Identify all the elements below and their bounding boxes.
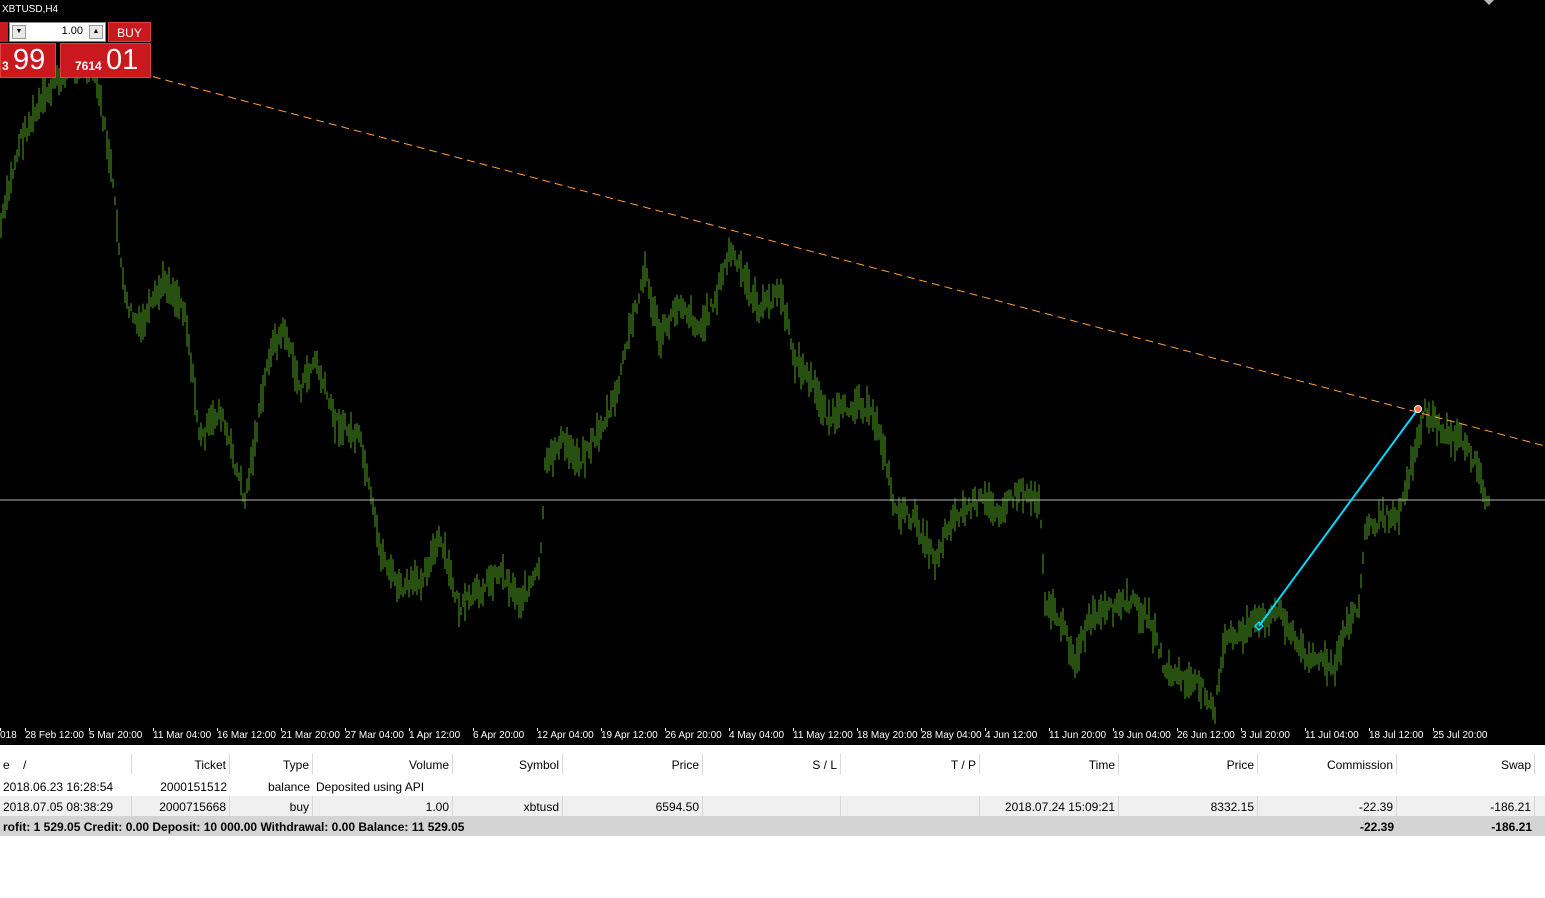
lot-decrease-button[interactable]: ▼: [12, 25, 26, 39]
chart-canvas[interactable]: [0, 0, 1545, 728]
time-axis-label: 1 Apr 12:00: [409, 730, 461, 741]
cell-volume: 1.00: [313, 796, 453, 816]
history-row[interactable]: 2018.06.23 16:28:54 2000151512 balance D…: [0, 776, 1545, 796]
col-header-close-time[interactable]: Time: [980, 754, 1119, 774]
time-axis-label: 6 Apr 20:00: [473, 730, 525, 741]
summary-commission: -22.39: [1359, 820, 1394, 834]
time-axis-label: 11 Mar 04:00: [153, 730, 212, 741]
axis-separator: [0, 745, 1545, 753]
col-header-price[interactable]: Price: [563, 754, 703, 774]
chart-symbol-label: XBTUSD,H4: [2, 4, 59, 15]
lot-increase-button[interactable]: ▲: [89, 25, 103, 39]
summary-swap: -186.21: [1491, 820, 1532, 834]
cell-sl: [703, 796, 841, 816]
col-header-type[interactable]: Type: [230, 754, 313, 774]
price-bars: [0, 43, 1490, 724]
col-header-time[interactable]: e /: [0, 754, 132, 774]
time-axis-label: 19 Apr 12:00: [601, 730, 658, 741]
col-header-time-label: e: [3, 758, 10, 772]
cell-type: buy: [230, 796, 313, 816]
col-header-close-price[interactable]: Price: [1119, 754, 1258, 774]
chart-shift-marker-icon[interactable]: [1484, 0, 1494, 5]
time-axis-label: 11 Jul 04:00: [1305, 730, 1359, 741]
sort-icon: /: [23, 758, 27, 772]
cell-type: balance: [267, 780, 310, 794]
time-axis-label: 26 Jun 12:00: [1177, 730, 1235, 741]
cell-close-time: 2018.07.24 15:09:21: [980, 796, 1119, 816]
one-click-trading-panel[interactable]: ▼ 1.00 ▲ BUY 3 99 7614 01: [0, 21, 153, 79]
summary-totals: rofit: 1 529.05 Credit: 0.00 Deposit: 10…: [3, 820, 465, 834]
history-summary-row: rofit: 1 529.05 Credit: 0.00 Deposit: 10…: [0, 816, 1545, 836]
buy-button[interactable]: BUY: [108, 22, 151, 42]
cell-close-price: 8332.15: [1119, 796, 1258, 816]
sell-price-box[interactable]: 3 99: [0, 43, 56, 78]
col-header-volume[interactable]: Volume: [313, 754, 453, 774]
cell-tp: [841, 796, 980, 816]
terminal-history-panel: e / Ticket Type Volume Symbol Price S / …: [0, 753, 1545, 898]
cell-price: 6594.50: [563, 796, 703, 816]
time-axis-label: 5 Mar 20:00: [89, 730, 143, 741]
cell-time: 2018.07.05 08:38:29: [0, 796, 132, 816]
arrow-up-icon: ▲: [92, 28, 100, 35]
cell-ticket: 2000151512: [160, 780, 227, 794]
arrow-down-icon: ▼: [15, 28, 23, 35]
lot-size-value[interactable]: 1.00: [62, 25, 83, 37]
col-header-ticket[interactable]: Ticket: [132, 754, 230, 774]
lot-size-field[interactable]: ▼ 1.00 ▲: [9, 22, 106, 42]
buy-price-prefix: 7614: [75, 59, 102, 73]
time-axis-label: 21 Mar 20:00: [281, 730, 340, 741]
time-axis-label: 27 Mar 04:00: [345, 730, 404, 741]
cell-swap: -186.21: [1397, 796, 1535, 816]
sell-price-digits: 99: [13, 44, 46, 76]
buy-price-box[interactable]: 7614 01: [60, 43, 151, 78]
time-axis-label: 19 Jun 04:00: [1113, 730, 1171, 741]
cell-commission: -22.39: [1258, 796, 1397, 816]
col-header-sl[interactable]: S / L: [703, 754, 841, 774]
sell-price-prefix: 3: [2, 59, 9, 73]
cell-ticket: 2000715668: [132, 796, 230, 816]
time-axis-label: 28 Feb 12:00: [25, 730, 84, 741]
price-chart[interactable]: XBTUSD,H4 ▼ 1.00 ▲ BUY 3 99 7614 01: [0, 0, 1545, 728]
cell-comment: Deposited using API: [316, 780, 425, 794]
time-axis-label: 25 Jul 20:00: [1433, 730, 1488, 741]
buy-price-digits: 01: [106, 44, 139, 76]
cell-time: 2018.06.23 16:28:54: [3, 780, 114, 794]
time-axis-label: 28 May 04:00: [921, 730, 982, 741]
time-axis-label: 4 Jun 12:00: [985, 730, 1038, 741]
time-axis-label: 18 Jul 12:00: [1369, 730, 1424, 741]
sell-button[interactable]: [0, 22, 8, 42]
time-axis-label: 18 May 20:00: [857, 730, 918, 741]
time-axis-label: 11 Jun 20:00: [1049, 730, 1107, 741]
col-header-swap[interactable]: Swap: [1397, 754, 1535, 774]
col-header-commission[interactable]: Commission: [1258, 754, 1397, 774]
trade-close-marker-icon[interactable]: [1414, 405, 1422, 413]
time-axis-label: 4 May 04:00: [729, 730, 785, 741]
history-table-header: e / Ticket Type Volume Symbol Price S / …: [0, 754, 1545, 774]
time-axis-label: 3 Jul 20:00: [1241, 730, 1290, 741]
col-header-tp[interactable]: T / P: [841, 754, 980, 774]
time-axis-label: 018: [0, 730, 17, 741]
cell-symbol: xbtusd: [453, 796, 563, 816]
time-axis: 018 28 Feb 12:00 5 Mar 20:00 11 Mar 04:00 16…: [0, 728, 1545, 745]
time-axis-label: 16 Mar 12:00: [217, 730, 276, 741]
time-axis-label: 11 May 12:00: [793, 730, 853, 741]
time-axis-label: 26 Apr 20:00: [665, 730, 722, 741]
trade-history-line[interactable]: [1258, 408, 1419, 627]
history-row[interactable]: 2018.07.05 08:38:29 2000715668 buy 1.00 …: [0, 796, 1545, 816]
col-header-symbol[interactable]: Symbol: [453, 754, 563, 774]
time-axis-label: 12 Apr 04:00: [537, 730, 594, 741]
